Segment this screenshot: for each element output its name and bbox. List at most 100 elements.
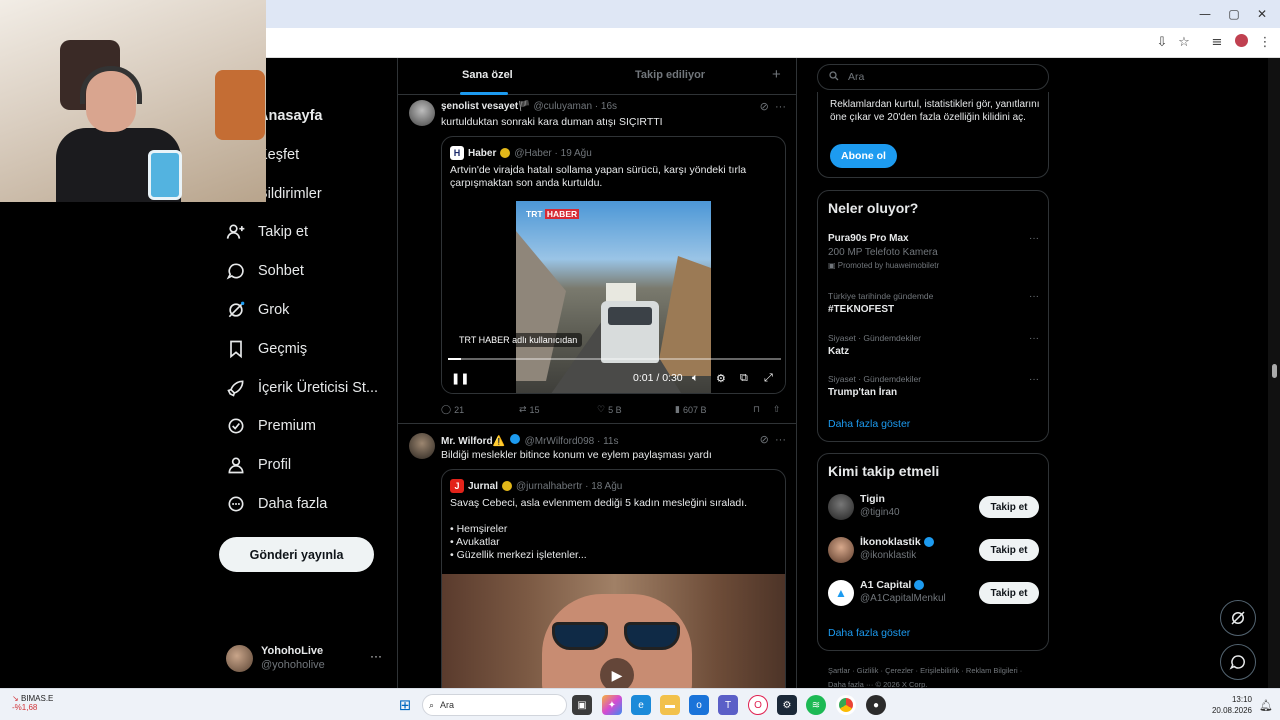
file-explorer-icon[interactable]: ▬ [660, 695, 680, 715]
more-icon[interactable]: ··· [1029, 233, 1039, 244]
nav-grok[interactable]: Grok [226, 296, 289, 324]
quoted-tweet[interactable]: J Jurnal @jurnalhabertr · 18 Ağu Savaş C… [441, 469, 786, 688]
view-count: 607 B [682, 404, 707, 415]
retweet-button[interactable]: ⇄ 15 [519, 404, 540, 415]
views-button[interactable]: ▮ 607 B [675, 404, 706, 415]
maximize-button[interactable]: ▢ [1225, 5, 1243, 23]
chrome-icon[interactable] [836, 695, 856, 715]
install-app-icon[interactable]: ⇩ [1153, 34, 1171, 52]
account-switcher[interactable]: YohohoLive @yohoholive ··· [226, 643, 386, 675]
volume-icon[interactable]: 🔈︎ [692, 372, 699, 385]
more-icon[interactable]: ··· [775, 101, 786, 113]
copilot-icon[interactable]: ✦ [602, 695, 622, 715]
nav-chat[interactable]: Sohbet [226, 257, 304, 285]
grok-fab-button[interactable] [1220, 600, 1256, 636]
fullscreen-icon[interactable]: ⤢ [764, 372, 773, 385]
pip-icon[interactable]: ⧉ [740, 372, 748, 385]
tweet[interactable]: Mr. Wilford⚠️ @MrWilford098 · 11s ⊘ ··· … [398, 425, 796, 688]
pause-icon[interactable]: ❚❚ [451, 372, 469, 385]
app-icon[interactable]: ● [866, 695, 886, 715]
quoted-tweet[interactable]: H Haber @Haber · 19 Ağu Artvin'de virajd… [441, 136, 786, 394]
stock-widget[interactable]: ↘ BIMAS.E -%1,68 [12, 694, 53, 712]
follow-suggestion[interactable]: ▲ A1 Capital @A1CapitalMenkul Takip et [828, 578, 1040, 608]
nav-creator-studio[interactable]: İçerik Üreticisi St... [226, 374, 378, 402]
nav-label: İçerik Üreticisi St... [258, 380, 379, 396]
trend-item[interactable]: Siyaset · Gündemdekiler Katz ··· [828, 333, 1043, 357]
follow-suggestion[interactable]: Tigin @tigin40 Takip et [828, 492, 1040, 522]
reading-list-icon[interactable]: ≡ [1208, 34, 1226, 52]
suggestion-name: A1 Capital [860, 579, 925, 591]
close-button[interactable]: ✕ [1253, 5, 1271, 23]
author-handle[interactable]: @MrWilford098 · 11s [525, 436, 619, 447]
like-button[interactable]: ♡ 5 B [597, 404, 622, 415]
notification-bell-icon[interactable]: 🔔︎ [1256, 695, 1276, 715]
scrollbar-thumb[interactable] [1272, 364, 1277, 378]
show-more-suggestions-link[interactable]: Daha fazla göster [828, 627, 910, 639]
play-icon[interactable]: ▶ [600, 658, 634, 688]
share-icon[interactable]: ⇧ [773, 404, 781, 415]
nav-history[interactable]: Geçmiş [226, 335, 307, 363]
video-thumbnail[interactable]: ▶ [442, 574, 785, 688]
more-icon[interactable]: ··· [1029, 333, 1039, 344]
nav-more[interactable]: Daha fazla [226, 490, 327, 518]
subscribe-button[interactable]: Abone ol [830, 144, 897, 168]
settings-gear-icon[interactable]: ⚙ [716, 372, 726, 385]
grok-icon[interactable]: ⊘ [760, 434, 769, 446]
taskbar-clock[interactable]: 13:10 20.08.2026 [1208, 694, 1252, 716]
bookmark-star-icon[interactable]: ☆ [1175, 34, 1193, 52]
tweet[interactable]: şenolist vesayet🏴 @culuyaman · 16s ⊘ ···… [398, 96, 796, 424]
drink-cup [148, 150, 182, 200]
nav-profile[interactable]: Profil [226, 451, 291, 479]
follow-suggestion[interactable]: İkonoklastik @ikonklastik Takip et [828, 535, 1040, 565]
opera-icon[interactable]: O [748, 695, 768, 715]
edge-icon[interactable]: e [631, 695, 651, 715]
task-view-icon[interactable]: ▣ [572, 695, 592, 715]
outlook-icon[interactable]: o [689, 695, 709, 715]
taskbar-search[interactable]: ⌕ Ara [422, 694, 567, 716]
more-icon[interactable]: ··· [1029, 291, 1039, 302]
messages-fab-button[interactable] [1220, 644, 1256, 680]
search-input[interactable]: Ara [817, 64, 1049, 90]
minimize-button[interactable]: — [1196, 5, 1214, 23]
trend-item[interactable]: Pura90s Pro Max 200 MP Telefoto Kamera ▣… [828, 233, 1043, 270]
video-progress-bar[interactable] [448, 358, 781, 360]
author-name[interactable]: Mr. Wilford⚠️ [441, 436, 505, 447]
tab-for-you[interactable]: Sana özel [462, 69, 513, 81]
show-more-trends-link[interactable]: Daha fazla göster [828, 418, 910, 430]
search-icon [828, 70, 840, 85]
author-name[interactable]: şenolist vesayet🏴 [441, 101, 531, 112]
follow-button[interactable]: Takip et [979, 582, 1039, 604]
avatar[interactable] [409, 100, 435, 126]
tab-following[interactable]: Takip ediliyor [635, 69, 705, 81]
author-handle[interactable]: @culuyaman · 16s [534, 101, 618, 112]
reply-button[interactable]: ◯ 21 [441, 404, 464, 415]
active-tab-indicator [460, 92, 508, 95]
avatar[interactable] [409, 433, 435, 459]
more-icon[interactable]: ··· [775, 434, 786, 446]
bookmark-icon[interactable]: ⊓ [753, 404, 760, 415]
follow-button[interactable]: Takip et [979, 539, 1039, 561]
teams-icon[interactable]: T [718, 695, 738, 715]
more-icon[interactable]: ··· [1029, 374, 1039, 385]
steam-icon[interactable]: ⚙ [777, 695, 797, 715]
video-player[interactable]: TRT HABER TRT HABER adlı kullanıcıdan ❚❚… [442, 201, 785, 393]
trend-item[interactable]: Siyaset · Gündemdekiler Trump'tan İran ·… [828, 374, 1043, 398]
post-button[interactable]: Gönderi yayınla [219, 537, 374, 572]
windows-start-icon[interactable]: ⊞ [395, 695, 415, 715]
windows-taskbar: ↘ BIMAS.E -%1,68 ⊞ ⌕ Ara ▣ ✦ e ▬ o T O ⚙… [0, 688, 1280, 720]
profile-avatar-icon[interactable] [1232, 34, 1250, 52]
more-icon[interactable]: ··· [370, 649, 382, 663]
tweet-menu[interactable]: ⊘ ··· [760, 433, 786, 446]
video-attribution[interactable]: TRT HABER adlı kullanıcıdan [454, 333, 583, 347]
follow-button[interactable]: Takip et [979, 496, 1039, 518]
grok-icon[interactable]: ⊘ [760, 101, 769, 113]
tweet-menu[interactable]: ⊘ ··· [760, 100, 786, 113]
page-scrollbar[interactable] [1268, 58, 1280, 688]
browser-menu-icon[interactable]: ⋮ [1256, 34, 1274, 52]
nav-premium[interactable]: Premium [226, 412, 316, 440]
add-tab-button[interactable]: + [772, 66, 781, 83]
avatar [226, 645, 253, 672]
nav-follow[interactable]: Takip et [226, 218, 308, 246]
trend-item[interactable]: Türkiye tarihinde gündemde #TEKNOFEST ··… [828, 291, 1043, 315]
spotify-icon[interactable]: ≋ [806, 695, 826, 715]
